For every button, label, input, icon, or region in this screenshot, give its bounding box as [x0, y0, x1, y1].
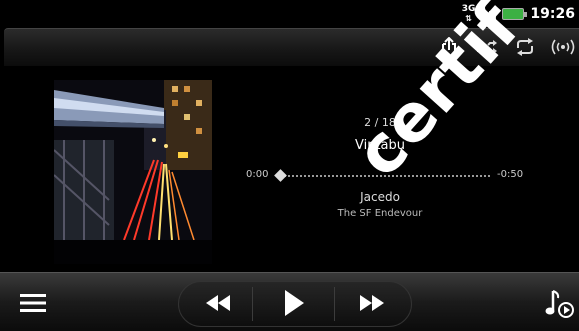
share-icon[interactable]: [437, 33, 461, 61]
time-elapsed: 0:00: [246, 169, 269, 180]
divider: [252, 287, 253, 321]
status-bar: 3G ⇅ 19:26: [0, 0, 579, 28]
playback-controls: [0, 272, 579, 331]
network-type-label: 3G: [461, 4, 476, 14]
album-art-reflection: [54, 240, 212, 264]
music-library-button[interactable]: [540, 279, 579, 327]
broadcast-icon[interactable]: [551, 33, 575, 61]
album-name: The SF Endevour: [337, 208, 423, 219]
previous-icon: [206, 295, 230, 311]
track-counter: 2 / 18: [364, 116, 396, 129]
play-button[interactable]: [266, 279, 322, 327]
play-icon: [285, 290, 304, 316]
progress-thumb[interactable]: [274, 169, 287, 182]
music-library-icon: [545, 290, 574, 318]
previous-button[interactable]: [190, 279, 246, 327]
signal-strength-icon: [481, 7, 497, 21]
battery-icon: [502, 8, 528, 20]
time-remaining: -0:50: [497, 169, 524, 180]
now-playing-panel: 2 / 18 Vintabu 0:00 -0:50 Jacedo The SF …: [0, 66, 579, 266]
menu-icon: [20, 294, 46, 312]
shuffle-icon[interactable]: [475, 33, 499, 61]
track-title: Vintabu: [354, 138, 405, 153]
repeat-icon[interactable]: [513, 33, 537, 61]
next-icon: [360, 295, 384, 311]
album-art[interactable]: [54, 80, 212, 240]
artist-name: Jacedo: [360, 190, 400, 204]
divider: [334, 287, 335, 321]
next-button[interactable]: [344, 279, 400, 327]
progress-bar[interactable]: [274, 169, 490, 182]
data-activity-icon: ⇅: [465, 14, 472, 23]
network-type-indicator: 3G ⇅: [461, 4, 476, 24]
status-clock: 19:26: [530, 6, 575, 22]
player-toolbar: [4, 28, 579, 66]
status-icons: 3G ⇅ 19:26: [462, 3, 575, 25]
menu-button[interactable]: [10, 279, 56, 327]
